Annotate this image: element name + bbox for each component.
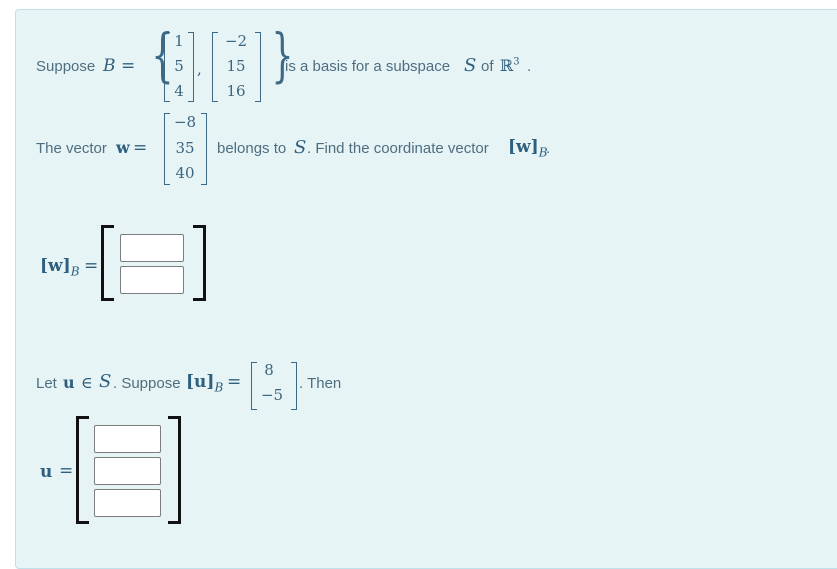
- left-brace: {: [151, 21, 174, 89]
- basis-symbol: B: [103, 56, 116, 76]
- equals-sign: =: [59, 461, 74, 481]
- u-input-1[interactable]: [94, 425, 161, 453]
- coord-vector-label: [w]B: [508, 137, 548, 160]
- u-input-3[interactable]: [94, 489, 161, 517]
- belongs-text: belongs to: [217, 140, 287, 157]
- comma: ,: [197, 60, 202, 78]
- vector-entry: 35: [175, 139, 195, 157]
- answer-bracket-left: [76, 416, 89, 524]
- u-coord-label: [u]B: [186, 372, 224, 395]
- u-input-2[interactable]: [94, 457, 161, 485]
- bracket-left: [212, 32, 218, 102]
- vector-entry: 15: [226, 57, 246, 75]
- real-space-symbol: ℝ3: [500, 56, 520, 75]
- w-coord-label: [w]B: [40, 256, 80, 279]
- subspace-symbol: S: [294, 137, 307, 158]
- u-symbol: u: [63, 373, 75, 392]
- bracket-right: [201, 113, 207, 185]
- vector-entry: −5: [260, 386, 284, 404]
- subspace-symbol: S: [464, 55, 477, 76]
- answer-bracket-left: [101, 225, 114, 301]
- u-label: u: [40, 462, 53, 482]
- of-text: of: [481, 58, 494, 75]
- vector-entry: −8: [173, 113, 197, 131]
- suppose-text: . Suppose: [113, 375, 181, 392]
- find-text: . Find the coordinate vector: [307, 140, 489, 157]
- vector-entry: 8: [264, 361, 274, 379]
- element-of-symbol: ∈: [81, 373, 93, 392]
- let-text: Let: [36, 375, 57, 392]
- bracket-right: [188, 32, 194, 102]
- subspace-symbol: S: [99, 371, 112, 392]
- equals-sign: =: [133, 138, 148, 158]
- vector-entry: −2: [224, 32, 248, 50]
- bracket-right: [255, 32, 261, 102]
- answer-bracket-right: [168, 416, 181, 524]
- w-symbol: w: [116, 138, 130, 157]
- then-text: . Then: [299, 375, 342, 392]
- equals-sign: =: [84, 256, 99, 276]
- period: .: [527, 58, 532, 75]
- equals-sign: =: [121, 56, 136, 76]
- answer-bracket-right: [193, 225, 206, 301]
- vector-entry: 40: [175, 164, 195, 182]
- equals-sign: =: [227, 372, 242, 392]
- suppose-text: Suppose: [36, 58, 96, 75]
- w-coord-input-1[interactable]: [120, 234, 184, 262]
- right-brace: }: [271, 21, 294, 89]
- w-coord-input-2[interactable]: [120, 266, 184, 294]
- basis-description: is a basis for a subspace: [285, 58, 451, 75]
- bracket-right: [291, 362, 297, 410]
- vector-entry: 16: [226, 82, 246, 100]
- vector-text: The vector: [36, 140, 107, 157]
- period: .: [546, 140, 551, 157]
